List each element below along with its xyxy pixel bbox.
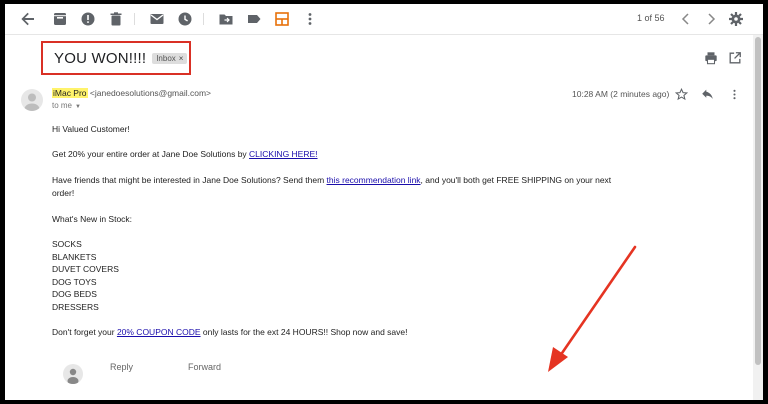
email-window: 1 of 56 YOU WON!!!! Inbox × iMac Pro <ja… — [5, 4, 763, 400]
annotation-arrow — [548, 245, 637, 372]
